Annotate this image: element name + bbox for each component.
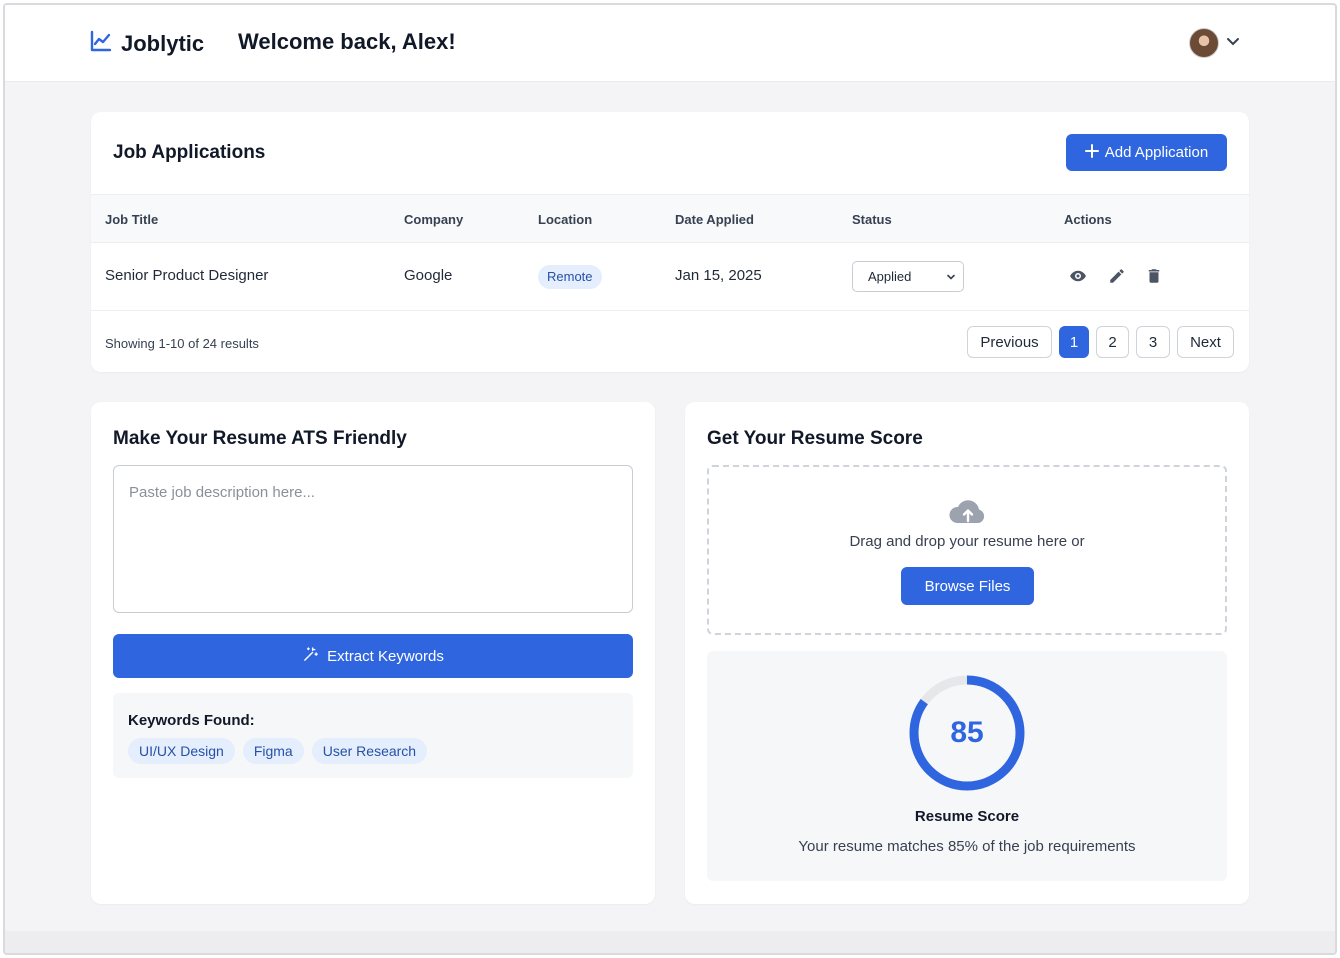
keyword-chips: UI/UX Design Figma User Research [128,738,428,764]
keyword-chip: User Research [311,738,428,764]
job-applications-title: Job Applications [113,142,266,163]
avatar[interactable] [1189,28,1219,58]
magic-wand-icon [302,646,319,667]
job-description-input[interactable] [113,465,633,613]
location-badge: Remote [538,265,602,289]
add-application-label: Add Application [1104,144,1209,161]
keyword-chip: Figma [242,738,304,764]
keywords-panel: Keywords Found: UI/UX Design Figma User … [113,693,633,778]
page-button-1[interactable]: 1 [1059,326,1089,358]
keywords-title: Keywords Found: [128,712,255,729]
user-menu[interactable] [1189,28,1241,58]
page-button-3[interactable]: 3 [1136,326,1170,358]
score-description: Your resume matches 85% of the job requi… [798,838,1136,855]
table-header: Job Title Company Location Date Applied … [91,194,1249,243]
logo-text: Joblytic [121,30,205,56]
column-header[interactable]: Date Applied [675,212,754,227]
previous-page-button[interactable]: Previous [967,326,1052,358]
date-cell: Jan 15, 2025 [675,267,762,284]
ats-title: Make Your Resume ATS Friendly [113,428,407,449]
eye-icon[interactable] [1069,267,1089,287]
score-label: Resume Score [914,808,1020,825]
top-bar: Joblytic Welcome back, Alex! [5,5,1335,82]
resume-score-title: Get Your Resume Score [707,428,923,449]
next-page-button[interactable]: Next [1177,326,1234,358]
score-value: 85 [950,716,984,749]
welcome-heading: Welcome back, Alex! [238,29,456,54]
dropzone-text: Drag and drop your resume here or [849,533,1085,550]
extract-keywords-label: Extract Keywords [327,647,444,665]
ats-card: Make Your Resume ATS Friendly Extract Ke… [91,402,655,904]
bottom-strip [5,931,1335,953]
add-application-button[interactable]: Add Application [1066,134,1227,171]
column-header[interactable]: Location [538,212,592,227]
score-panel: 85 Resume Score Your resume matches 85% … [707,651,1227,881]
column-header: Actions [1064,212,1112,227]
job-applications-card: Job Applications Add Application Job Tit… [91,112,1249,372]
status-value: Applied [868,269,912,284]
job-title-cell: Senior Product Designer [105,267,269,284]
keyword-chip: UI/UX Design [128,738,235,764]
results-count: Showing 1-10 of 24 results [105,336,259,351]
table-row: Senior Product Designer Google Remote Ja… [91,243,1249,311]
status-select[interactable]: Applied [852,261,964,292]
plus-icon [1084,143,1099,162]
company-cell: Google [404,267,453,284]
trash-icon[interactable] [1145,267,1165,287]
chevron-down-icon[interactable] [1225,33,1241,54]
chart-line-icon [89,29,113,58]
page-button-2[interactable]: 2 [1096,326,1129,358]
resume-dropzone[interactable]: Drag and drop your resume here or Browse… [707,465,1227,635]
logo[interactable]: Joblytic [89,29,204,58]
column-header[interactable]: Status [852,212,892,227]
pencil-icon[interactable] [1108,267,1128,287]
column-header[interactable]: Job Title [105,212,158,227]
browse-files-button[interactable]: Browse Files [901,567,1034,605]
column-header[interactable]: Company [404,212,463,227]
extract-keywords-button[interactable]: Extract Keywords [113,634,633,678]
resume-score-card: Get Your Resume Score Drag and drop your… [685,402,1249,904]
app-window: Joblytic Welcome back, Alex! Job Applica… [3,3,1337,955]
